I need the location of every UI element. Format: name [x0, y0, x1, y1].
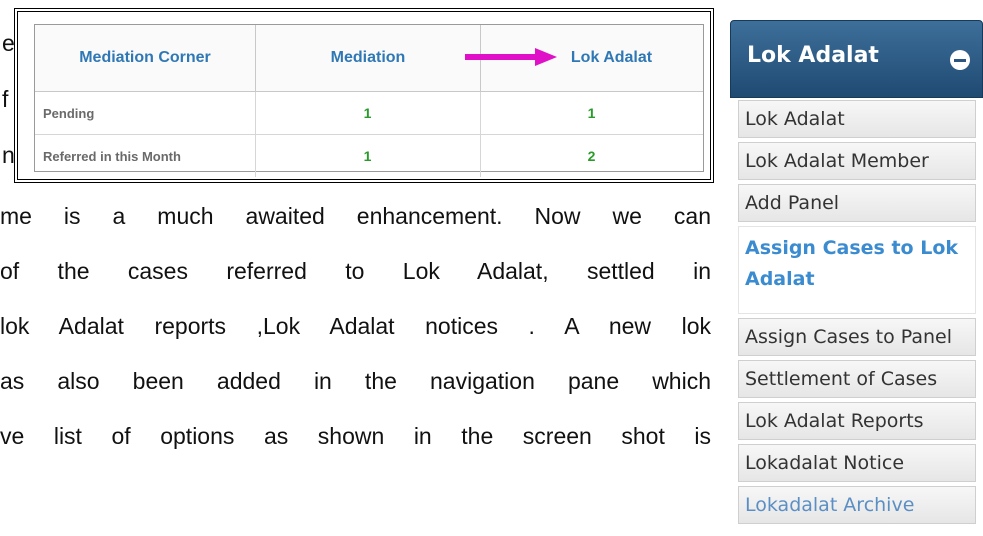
nav-item-lok-adalat-reports[interactable]: Lok Adalat Reports [738, 402, 976, 440]
nav-item-lokadalat-notice[interactable]: Lokadalat Notice [738, 444, 976, 482]
mediation-count[interactable]: 1 [255, 91, 481, 135]
paragraph-line: as also been added in the navigation pan… [0, 368, 711, 394]
mediation-count[interactable]: 1 [255, 134, 481, 177]
nav-item-settlement-of-cases[interactable]: Settlement of Cases [738, 360, 976, 398]
mediation-corner-panel: Mediation Corner Mediation Lok Adalat Pe… [34, 24, 704, 177]
lok-adalat-count[interactable]: 2 [481, 135, 704, 178]
screenshot-inset: Mediation Corner Mediation Lok Adalat Pe… [14, 8, 714, 183]
right-arrow-icon [465, 48, 557, 66]
nav-item-lok-adalat-member[interactable]: Lok Adalat Member [738, 142, 976, 180]
nav-menu-list: Lok Adalat Lok Adalat Member Add Panel A… [738, 100, 976, 528]
paragraph-line: ve list of options as shown in the scree… [0, 423, 711, 449]
nav-item-add-panel[interactable]: Add Panel [738, 184, 976, 222]
clipped-text-fragment: e [2, 30, 15, 56]
table-row: Referred in this Month 1 2 [35, 134, 704, 178]
nav-section-header[interactable]: Lok Adalat [730, 20, 983, 98]
nav-item-assign-cases-to-panel[interactable]: Assign Cases to Panel [738, 318, 976, 356]
paragraph-line: lok Adalat reports ,Lok Adalat notices .… [0, 313, 711, 339]
table-row: Pending 1 1 [35, 91, 703, 135]
paragraph-line: me is a much awaited enhancement. Now we… [0, 203, 711, 229]
nav-item-lok-adalat[interactable]: Lok Adalat [738, 100, 976, 138]
column-header-mediation-corner: Mediation Corner [35, 25, 256, 92]
row-label: Pending [35, 91, 256, 135]
clipped-text-fragment: f [2, 86, 9, 112]
table-header-row: Mediation Corner Mediation Lok Adalat [35, 25, 703, 92]
lok-adalat-count[interactable]: 1 [480, 91, 703, 135]
collapse-icon[interactable] [950, 50, 970, 70]
nav-item-lokadalat-archive[interactable]: Lokadalat Archive [738, 486, 976, 524]
nav-section-title: Lok Adalat [747, 43, 879, 68]
row-label: Referred in this Month [35, 134, 256, 177]
mediation-table: Mediation Corner Mediation Lok Adalat Pe… [35, 25, 703, 177]
column-header-mediation[interactable]: Mediation [255, 25, 481, 92]
clipped-text-fragment: n [2, 142, 15, 168]
paragraph-line: of the cases referred to Lok Adalat, set… [0, 258, 711, 284]
navigation-pane: Lok Adalat Lok Adalat Lok Adalat Member … [730, 20, 983, 536]
nav-item-assign-cases-to-lok-adalat[interactable]: Assign Cases to Lok Adalat [738, 226, 976, 314]
